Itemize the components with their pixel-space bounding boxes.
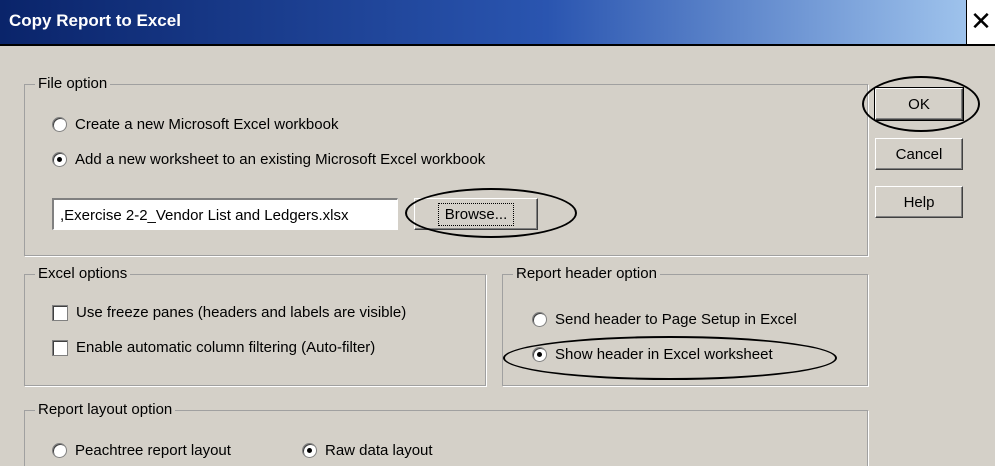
radio-peachtree-layout[interactable]: Peachtree report layout	[52, 442, 231, 459]
freeze-panes-label: Use freeze panes (headers and labels are…	[76, 304, 407, 321]
radio-raw-data-layout[interactable]: Raw data layout	[302, 442, 433, 459]
close-icon: ✕	[970, 7, 992, 37]
ok-button-label: OK	[908, 95, 930, 113]
radio-create-new-label: Create a new Microsoft Excel workbook	[75, 116, 339, 133]
checkbox-freeze-panes[interactable]: Use freeze panes (headers and labels are…	[52, 304, 406, 321]
report-header-label: Report header option	[513, 265, 660, 283]
help-button[interactable]: Help	[875, 186, 963, 218]
radio-show-header-worksheet[interactable]: Show header in Excel worksheet	[532, 346, 773, 363]
radio-add-existing-indicator[interactable]	[52, 152, 67, 167]
title-bar[interactable]: Copy Report to Excel ✕	[0, 0, 995, 46]
close-button[interactable]: ✕	[966, 0, 995, 44]
excel-options-label: Excel options	[35, 265, 131, 283]
radio-send-header-page-setup[interactable]: Send header to Page Setup in Excel	[532, 311, 797, 328]
radio-show-header-indicator[interactable]	[532, 347, 547, 362]
dialog-body: File option Create a new Microsoft Excel…	[0, 46, 995, 466]
radio-add-existing-label: Add a new worksheet to an existing Micro…	[75, 151, 486, 168]
radio-create-new-indicator[interactable]	[52, 117, 67, 132]
help-button-label: Help	[903, 193, 935, 211]
radio-raw-indicator[interactable]	[302, 443, 317, 458]
browse-button[interactable]: Browse...	[414, 198, 538, 230]
cancel-button[interactable]: Cancel	[875, 138, 963, 170]
radio-raw-label: Raw data layout	[325, 442, 433, 459]
freeze-panes-box[interactable]	[52, 304, 68, 321]
radio-add-to-existing-workbook[interactable]: Add a new worksheet to an existing Micro…	[52, 151, 485, 168]
radio-peachtree-label: Peachtree report layout	[75, 442, 231, 459]
workbook-path-field[interactable]: ,Exercise 2-2_Vendor List and Ledgers.xl…	[52, 198, 398, 230]
checkbox-auto-filter[interactable]: Enable automatic column filtering (Auto-…	[52, 339, 375, 356]
radio-create-new-workbook[interactable]: Create a new Microsoft Excel workbook	[52, 116, 338, 133]
file-option-group: File option	[24, 75, 868, 256]
radio-send-header-label: Send header to Page Setup in Excel	[555, 311, 797, 328]
radio-peachtree-indicator[interactable]	[52, 443, 67, 458]
auto-filter-box[interactable]	[52, 339, 68, 356]
dialog-title: Copy Report to Excel	[9, 11, 181, 30]
radio-show-header-label: Show header in Excel worksheet	[555, 346, 773, 363]
report-header-group: Report header option	[502, 265, 868, 386]
report-layout-label: Report layout option	[35, 401, 176, 419]
cancel-button-label: Cancel	[895, 145, 943, 163]
browse-button-label: Browse...	[437, 202, 515, 226]
radio-send-header-indicator[interactable]	[532, 312, 547, 327]
auto-filter-label: Enable automatic column filtering (Auto-…	[76, 339, 376, 356]
copy-report-dialog: Copy Report to Excel ✕ File option Creat…	[0, 0, 995, 466]
ok-button[interactable]: OK	[874, 87, 964, 121]
excel-options-group: Excel options	[24, 265, 486, 386]
file-option-label: File option	[35, 75, 111, 93]
